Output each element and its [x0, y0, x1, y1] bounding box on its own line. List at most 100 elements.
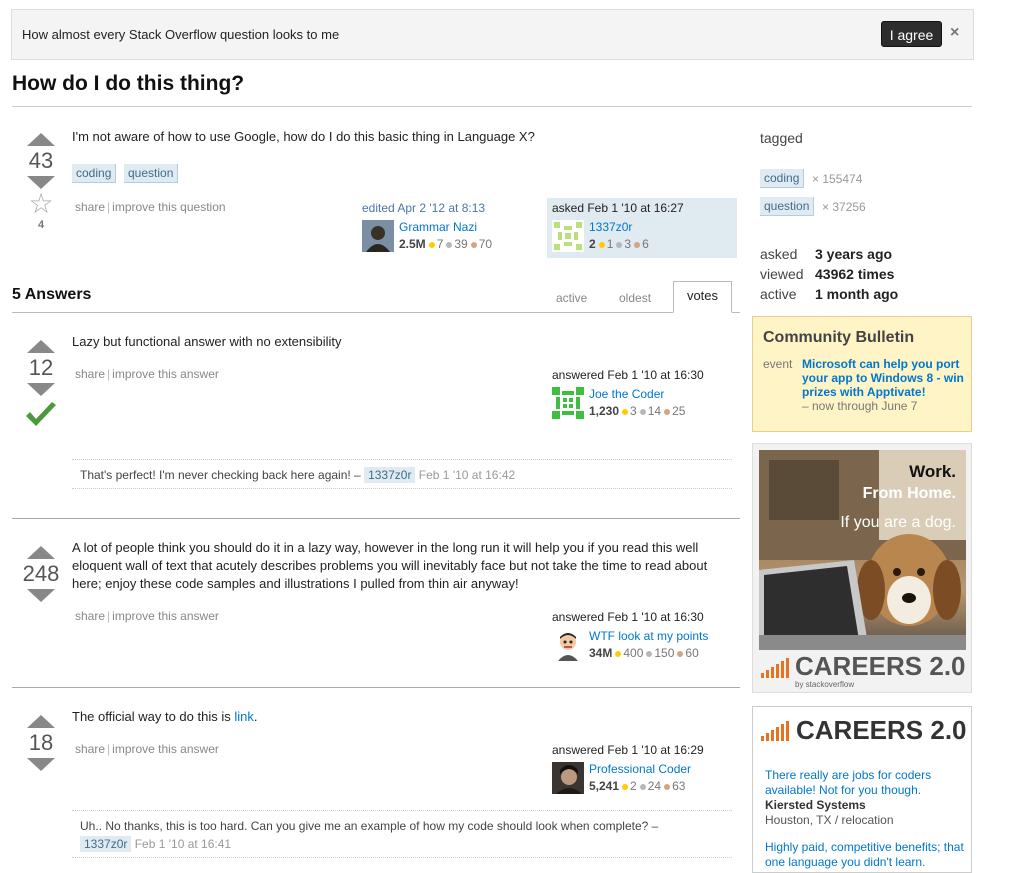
- tab-oldest[interactable]: oldest: [619, 291, 651, 305]
- sidebar-tag-question[interactable]: question: [760, 197, 815, 216]
- gold-badges: 3: [630, 404, 637, 418]
- agree-button[interactable]: I agree: [881, 21, 942, 47]
- question-tags: coding question: [72, 164, 182, 183]
- bulletin-event-link[interactable]: Microsoft can help you port your app to …: [802, 357, 967, 399]
- bronze-badges: 25: [672, 404, 686, 418]
- job-title-link[interactable]: There really are jobs for coders availab…: [765, 768, 965, 798]
- bronze-badges: 60: [685, 646, 699, 660]
- downvote-arrow-icon[interactable]: [27, 383, 55, 396]
- downvote-arrow-icon[interactable]: [27, 589, 55, 602]
- asked-user-name[interactable]: 1337z0r: [589, 220, 632, 234]
- answer-menu: share | improve this answer: [75, 367, 219, 381]
- answer-user-rep: 1,230 3 14 25: [589, 404, 685, 418]
- stat-label-asked: asked: [760, 246, 798, 262]
- comment: Uh.. No thanks, this is too hard. Can yo…: [72, 810, 732, 858]
- reputation: 1,230: [589, 404, 620, 418]
- answer-user-name[interactable]: Professional Coder: [589, 762, 691, 776]
- avatar[interactable]: [552, 762, 584, 794]
- bulletin-title: Community Bulletin: [763, 329, 915, 346]
- job-listing: There really are jobs for coders availab…: [765, 768, 965, 828]
- share-link[interactable]: share: [75, 367, 105, 381]
- answer-signature: answered Feb 1 '10 at 16:30: [552, 610, 704, 624]
- asked-time-wrap: asked Feb 1 '10 at 16:27: [552, 201, 684, 215]
- bulletin-event-date: – now through June 7: [802, 399, 918, 413]
- page-title[interactable]: How do I do this thing?: [12, 72, 244, 96]
- tab-active[interactable]: active: [556, 291, 587, 305]
- bronze-badges: 70: [478, 237, 493, 251]
- answer-menu: share | improve this answer: [75, 609, 219, 623]
- answer-vote-cell: 248: [21, 546, 61, 602]
- comment-user[interactable]: 1337z0r: [80, 836, 132, 852]
- accepted-check-icon: [26, 402, 56, 426]
- comment: That's perfect! I'm never checking back …: [72, 459, 732, 489]
- answer-user-rep: 34M 400 150 60: [589, 646, 699, 660]
- answer-vote-count: 12: [28, 355, 54, 380]
- community-bulletin: Community Bulletin event Microsoft can h…: [752, 316, 972, 432]
- answer-body: The official way to do this is link.: [72, 708, 732, 726]
- share-link[interactable]: share: [75, 609, 105, 623]
- avatar[interactable]: [552, 220, 584, 252]
- comment-text: That's perfect! I'm never checking back …: [80, 468, 361, 482]
- reputation: 5,241: [589, 779, 620, 793]
- sidebar-tag-count: × 37256: [822, 200, 866, 214]
- upvote-arrow-icon[interactable]: [27, 546, 55, 559]
- reputation: 2.5M: [399, 237, 426, 251]
- job-title-link[interactable]: Highly paid, competitive benefits; that …: [765, 840, 965, 870]
- answer-body-link[interactable]: link: [234, 709, 254, 724]
- answer-signature: answered Feb 1 '10 at 16:30: [552, 368, 704, 382]
- close-icon[interactable]: ×: [950, 24, 959, 42]
- gold-badges: 400: [623, 646, 644, 660]
- careers-ad-banner[interactable]: Work. From Home. If you are a dog. CAREE…: [752, 443, 972, 693]
- tab-votes[interactable]: votes: [673, 281, 732, 313]
- upvote-arrow-icon[interactable]: [27, 715, 55, 728]
- answered-time: answered Feb 1 '10 at 16:29: [552, 743, 704, 757]
- bronze-badges: 6: [642, 237, 649, 251]
- comment-user[interactable]: 1337z0r: [364, 467, 416, 483]
- upvote-arrow-icon[interactable]: [27, 340, 55, 353]
- careers-logo-icon: [761, 721, 789, 741]
- gold-badges: 7: [436, 237, 444, 251]
- improve-answer-link[interactable]: improve this answer: [112, 367, 219, 381]
- comment-date: Feb 1 '10 at 16:42: [418, 468, 516, 482]
- answer-vote-cell: 12: [21, 340, 61, 433]
- favorite-star-icon[interactable]: ☆: [21, 189, 61, 219]
- avatar[interactable]: [362, 220, 394, 252]
- stat-value-viewed: 43962 times: [815, 266, 895, 282]
- avatar[interactable]: [552, 629, 584, 661]
- banner-text: How almost every Stack Overflow question…: [22, 27, 340, 42]
- edited-signature: edited Apr 2 '12 at 8:13: [362, 201, 485, 215]
- tag-coding[interactable]: coding: [72, 164, 117, 183]
- tag-question[interactable]: question: [124, 164, 179, 183]
- share-link[interactable]: share: [75, 742, 105, 756]
- question-vote-cell: 43 ☆ 4: [21, 133, 61, 231]
- edited-time[interactable]: edited Apr 2 '12 at 8:13: [362, 201, 485, 215]
- job-location: Houston, TX / relocation: [765, 813, 894, 827]
- ad-line-work: Work.: [909, 462, 956, 481]
- answer-body: A lot of people think you should do it i…: [72, 540, 708, 591]
- asked-user-rep: 2136: [589, 237, 649, 251]
- question-body: I'm not aware of how to use Google, how …: [72, 129, 535, 144]
- edited-user-name[interactable]: Grammar Nazi: [399, 220, 477, 234]
- ad-photo: Work. From Home. If you are a dog.: [759, 450, 966, 650]
- answer-user-name[interactable]: WTF look at my points: [589, 629, 708, 643]
- avatar[interactable]: [552, 387, 584, 419]
- sidebar-tag-count: × 155474: [812, 172, 863, 186]
- job-listing: Highly paid, competitive benefits; that …: [765, 840, 965, 870]
- downvote-arrow-icon[interactable]: [27, 758, 55, 771]
- silver-badges: 14: [647, 404, 662, 418]
- tagged-label: tagged: [760, 130, 803, 146]
- improve-question-link[interactable]: improve this question: [112, 200, 225, 214]
- answer-vote-count: 18: [28, 730, 54, 755]
- sidebar-tag-coding[interactable]: coding: [760, 169, 805, 188]
- gold-badges: 1: [606, 237, 614, 251]
- answer-user-name[interactable]: Joe the Coder: [589, 387, 664, 401]
- gold-badges: 2: [630, 779, 637, 793]
- answers-count-header: 5 Answers: [12, 286, 92, 303]
- answer-body: Lazy but functional answer with no exten…: [72, 334, 342, 349]
- answer-divider: [12, 518, 740, 519]
- improve-answer-link[interactable]: improve this answer: [112, 742, 219, 756]
- upvote-arrow-icon[interactable]: [27, 133, 55, 146]
- improve-answer-link[interactable]: improve this answer: [112, 609, 219, 623]
- comment-text: Uh.. No thanks, this is too hard. Can yo…: [80, 819, 659, 833]
- share-link[interactable]: share: [75, 200, 105, 214]
